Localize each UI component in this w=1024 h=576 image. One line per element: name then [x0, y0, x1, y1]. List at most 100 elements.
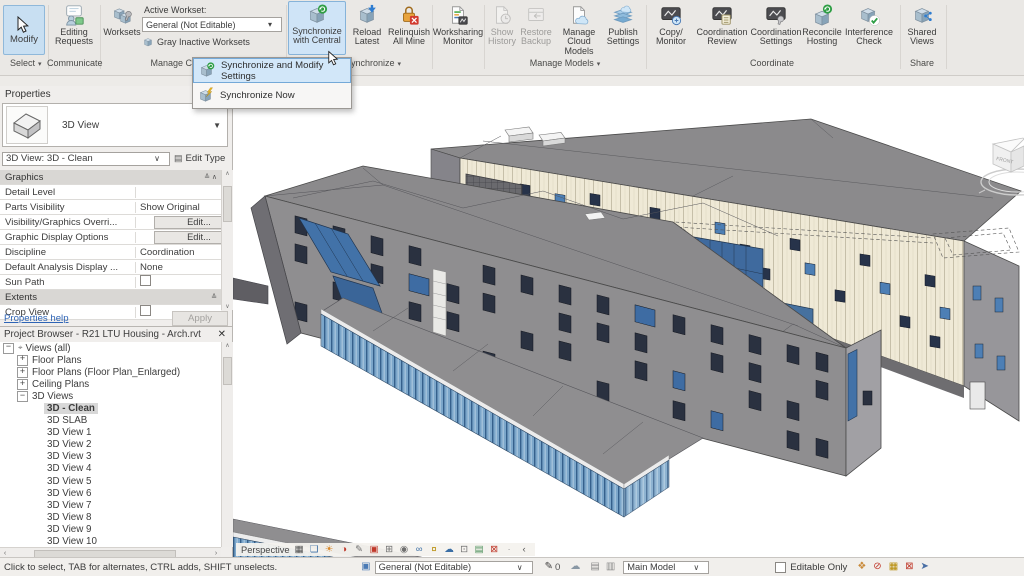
- workset-status-select[interactable]: General (Not Editable) ∨: [375, 561, 533, 574]
- shared-views-button[interactable]: Shared Views: [902, 3, 942, 47]
- scrollbar-thumb[interactable]: [223, 357, 232, 385]
- collapse-section-icon[interactable]: ≙ ∧: [204, 173, 217, 181]
- interference-check-button[interactable]: Interference Check: [844, 3, 894, 47]
- shadows-icon[interactable]: ◑: [339, 545, 350, 555]
- type-selector[interactable]: 3D View ▼: [2, 103, 228, 147]
- gray-inactive-worksets-button[interactable]: Gray Inactive Worksets: [142, 36, 282, 48]
- tree-item-3d-view-9[interactable]: 3D View 9: [0, 523, 221, 535]
- tree-item-floor-plans[interactable]: Floor Plans: [0, 354, 221, 366]
- expand-icon[interactable]: [17, 367, 28, 378]
- worksharing-panel-icon[interactable]: ▤: [590, 562, 599, 572]
- crop-region-icon[interactable]: ▣: [369, 545, 380, 555]
- scroll-right-icon[interactable]: ›: [211, 550, 221, 557]
- tree-item-3d-views[interactable]: 3D Views: [0, 390, 221, 402]
- expand-icon[interactable]: [17, 355, 28, 366]
- select-group-label[interactable]: Select: [10, 58, 42, 68]
- tree-item-3d-view-6[interactable]: 3D View 6: [0, 487, 221, 499]
- select-underlay-icon[interactable]: ⊘: [873, 562, 881, 572]
- editable-only-checkbox[interactable]: [775, 562, 786, 573]
- rendering-icon[interactable]: ✎: [354, 545, 365, 555]
- tree-item-3d-view-7[interactable]: 3D View 7: [0, 499, 221, 511]
- tree-item-3d-view-1[interactable]: 3D View 1: [0, 427, 221, 439]
- sun-path-checkbox[interactable]: [140, 275, 151, 286]
- close-icon[interactable]: ✕: [218, 329, 226, 340]
- active-workset-select[interactable]: General (Not Editable) ▾: [142, 17, 282, 32]
- default-analysis-value[interactable]: None: [136, 262, 221, 273]
- tree-item-3d-view-3[interactable]: 3D View 3: [0, 451, 221, 463]
- coordination-settings-button[interactable]: Coordination Settings: [752, 3, 800, 47]
- analytical-model-icon[interactable]: ▤: [474, 545, 485, 555]
- more-icon[interactable]: ·: [504, 545, 515, 555]
- extents-section-header[interactable]: Extents ≙: [0, 290, 221, 305]
- building-model[interactable]: FRONT: [233, 86, 1024, 558]
- restore-backup-button[interactable]: Restore Backup: [519, 3, 553, 47]
- browser-scrollbar[interactable]: ∧: [221, 342, 233, 547]
- synchronize-group-label[interactable]: Synchronize: [343, 58, 403, 68]
- discipline-value[interactable]: Coordination: [136, 247, 221, 258]
- reconcile-hosting-button[interactable]: Reconcile Hosting: [802, 3, 842, 47]
- tree-item-floor-plans-enlarged[interactable]: Floor Plans (Floor Plan_Enlarged): [0, 366, 221, 378]
- modify-button[interactable]: Modify: [3, 5, 45, 55]
- tree-item-views[interactable]: ⌖Views (all): [0, 342, 221, 354]
- show-crop-icon[interactable]: ⊞: [384, 545, 395, 555]
- editing-requests-button[interactable]: Editing Requests: [50, 3, 98, 47]
- tree-item-ceiling-plans[interactable]: Ceiling Plans: [0, 378, 221, 390]
- properties-scrollbar[interactable]: ∧∨: [221, 170, 233, 310]
- manage-cloud-models-button[interactable]: Manage Cloud Models: [556, 3, 602, 56]
- drag-elements-icon[interactable]: ➤: [921, 562, 929, 572]
- collapse-icon[interactable]: ‹: [519, 545, 530, 555]
- worksets-button[interactable]: Worksets: [102, 3, 142, 37]
- drawing-area[interactable]: FRONT Perspective ▦ ❏ ☀ ◑ ✎ ▣ ⊞ ◉ ∞ ¤ ☁ …: [233, 86, 1024, 558]
- publish-settings-button[interactable]: Publish Settings: [604, 3, 642, 47]
- menu-item-synchronize-now[interactable]: Synchronize Now: [193, 83, 351, 108]
- copy-monitor-button[interactable]: Copy/ Monitor: [650, 3, 692, 47]
- project-browser-header[interactable]: Project Browser - R21 LTU Housing - Arch…: [0, 326, 232, 341]
- tree-item-3d-view-2[interactable]: 3D View 2: [0, 439, 221, 451]
- scroll-left-icon[interactable]: ‹: [0, 550, 10, 557]
- apply-button[interactable]: Apply: [172, 311, 228, 326]
- graphic-display-edit-button[interactable]: Edit...: [154, 231, 221, 244]
- expand-icon[interactable]: [17, 379, 28, 390]
- graphics-section-header[interactable]: Graphics ≙ ∧: [0, 170, 221, 185]
- synchronize-with-central-button[interactable]: Synchronize with Central: [288, 1, 346, 55]
- collapse-icon[interactable]: [3, 343, 14, 354]
- worksharing-display-icon[interactable]: ☁: [444, 545, 455, 555]
- render-dialog-icon[interactable]: ▦: [294, 545, 305, 555]
- select-links-icon[interactable]: ❖: [857, 562, 866, 572]
- tree-item-3d-view-8[interactable]: 3D View 8: [0, 511, 221, 523]
- coordination-review-button[interactable]: Coordination Review: [698, 3, 746, 47]
- collapse-section-icon[interactable]: ≙: [211, 293, 217, 301]
- manage-models-group-label[interactable]: Manage Models: [520, 58, 610, 68]
- tree-item-3d-slab[interactable]: 3D SLAB: [0, 415, 221, 427]
- temporary-properties-icon[interactable]: ⊡: [459, 545, 470, 555]
- worksharing-monitor-button[interactable]: Worksharing Monitor: [434, 3, 482, 47]
- collapse-icon[interactable]: [17, 391, 28, 402]
- tree-item-3d-view-4[interactable]: 3D View 4: [0, 463, 221, 475]
- view-selector-combo[interactable]: 3D View: 3D - Clean ∨: [2, 152, 170, 166]
- locked-view-icon[interactable]: ◉: [399, 545, 410, 555]
- select-pinned-icon[interactable]: ▦: [889, 562, 898, 572]
- properties-help-link[interactable]: Properties help: [4, 313, 69, 324]
- reveal-hidden-icon[interactable]: ¤: [429, 545, 440, 555]
- show-history-button[interactable]: Show History: [487, 3, 517, 47]
- edit-type-button[interactable]: ▤ Edit Type: [174, 153, 225, 164]
- visibility-graphics-edit-button[interactable]: Edit...: [154, 216, 221, 229]
- reload-latest-button[interactable]: Reload Latest: [350, 3, 384, 47]
- sun-path-icon[interactable]: ☀: [324, 545, 335, 555]
- view-scale-label[interactable]: Perspective: [241, 545, 290, 555]
- tree-item-3d-view-10[interactable]: 3D View 10: [0, 536, 221, 548]
- chevron-down-icon[interactable]: ▼: [213, 121, 221, 130]
- editing-requests-icon[interactable]: ✎: [545, 562, 553, 572]
- tree-item-3d-clean[interactable]: 3D - Clean: [0, 402, 221, 414]
- constraints-icon[interactable]: ⊠: [489, 545, 500, 555]
- visual-style-icon[interactable]: ❏: [309, 545, 320, 555]
- scrollbar-thumb[interactable]: [223, 186, 232, 222]
- select-faces-icon[interactable]: ⊠: [905, 562, 913, 572]
- cloud-status-icon[interactable]: ☁: [570, 562, 580, 572]
- tree-item-3d-view-5[interactable]: 3D View 5: [0, 475, 221, 487]
- model-panel-icon[interactable]: ▥: [606, 562, 615, 572]
- parts-visibility-value[interactable]: Show Original: [136, 202, 221, 213]
- design-option-select[interactable]: Main Model ∨: [623, 561, 709, 574]
- relinquish-all-mine-button[interactable]: Relinquish All Mine: [386, 3, 432, 47]
- temporary-hide-icon[interactable]: ∞: [414, 545, 425, 555]
